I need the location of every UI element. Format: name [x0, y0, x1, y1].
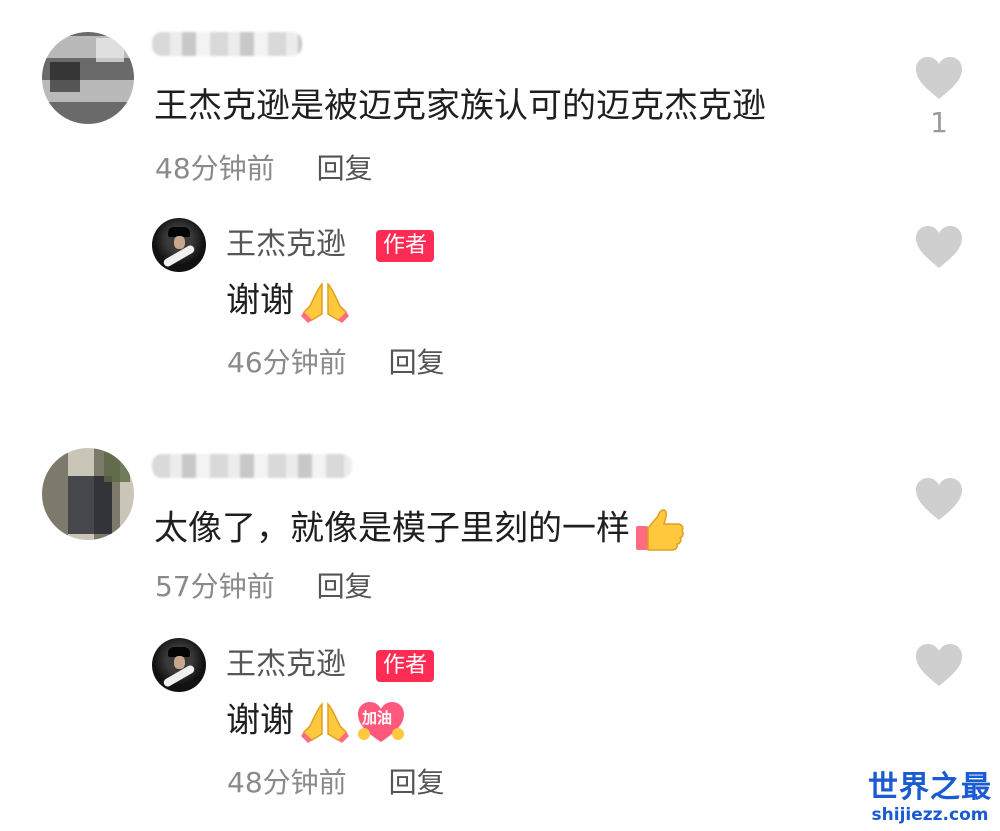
- reply-meta: 48分钟前 回复: [227, 766, 445, 800]
- reply-text-row: 谢谢 加油: [226, 700, 406, 744]
- pray-emoji: [301, 702, 349, 743]
- reply-button[interactable]: 回复: [317, 152, 373, 185]
- comment-time: 57分钟前: [155, 570, 275, 603]
- author-badge: 作者: [376, 650, 435, 682]
- commenter-name-blurred[interactable]: [152, 454, 352, 478]
- comment-meta: 48分钟前 回复: [155, 152, 373, 186]
- reply-text-row: 谢谢: [226, 280, 350, 324]
- thumbs-up-emoji: [636, 509, 684, 551]
- comment-meta: 57分钟前 回复: [155, 570, 373, 604]
- commenter-avatar[interactable]: [42, 32, 134, 124]
- author-avatar[interactable]: [152, 638, 206, 692]
- author-avatar[interactable]: [152, 218, 206, 272]
- pray-emoji: [301, 282, 349, 323]
- watermark-url: shijiezz.com: [871, 805, 989, 825]
- reply-text: 谢谢: [226, 280, 294, 321]
- heart-icon[interactable]: [914, 224, 964, 270]
- comment-item: 太像了，就像是模子里刻的一样 57分钟前 回复 王杰克逊 作者 谢谢 加油 48…: [0, 420, 1000, 831]
- like-count: 1: [930, 106, 948, 139]
- reply-button[interactable]: 回复: [389, 766, 445, 799]
- reply-time: 46分钟前: [227, 346, 347, 379]
- site-watermark: 世界之最 shijiezz.com: [868, 770, 992, 826]
- heart-icon[interactable]: [914, 55, 964, 101]
- comment-text: 王杰克逊是被迈克家族认可的迈克杰克逊: [154, 86, 766, 126]
- comment-item: 王杰克逊是被迈克家族认可的迈克杰克逊 48分钟前 回复 1 王杰克逊 作者 谢谢 …: [0, 0, 1000, 400]
- jiayou-heart-emoji: 加油: [356, 700, 406, 744]
- watermark-title: 世界之最: [868, 770, 992, 805]
- reply-button[interactable]: 回复: [317, 570, 373, 603]
- commenter-avatar[interactable]: [42, 448, 134, 540]
- comment-time: 48分钟前: [155, 152, 275, 185]
- commenter-name-blurred[interactable]: [152, 32, 302, 56]
- heart-icon[interactable]: [914, 476, 964, 522]
- author-badge: 作者: [376, 230, 435, 262]
- heart-icon[interactable]: [914, 642, 964, 688]
- comment-text: 太像了，就像是模子里刻的一样: [154, 508, 630, 549]
- author-name[interactable]: 王杰克逊: [226, 226, 346, 264]
- reply-text: 谢谢: [226, 700, 294, 741]
- jiayou-text: 加油: [362, 709, 393, 727]
- comment-text-row: 太像了，就像是模子里刻的一样: [154, 506, 686, 554]
- reply-time: 48分钟前: [227, 766, 347, 799]
- author-name[interactable]: 王杰克逊: [226, 646, 346, 684]
- reply-meta: 46分钟前 回复: [227, 346, 445, 380]
- reply-button[interactable]: 回复: [389, 346, 445, 379]
